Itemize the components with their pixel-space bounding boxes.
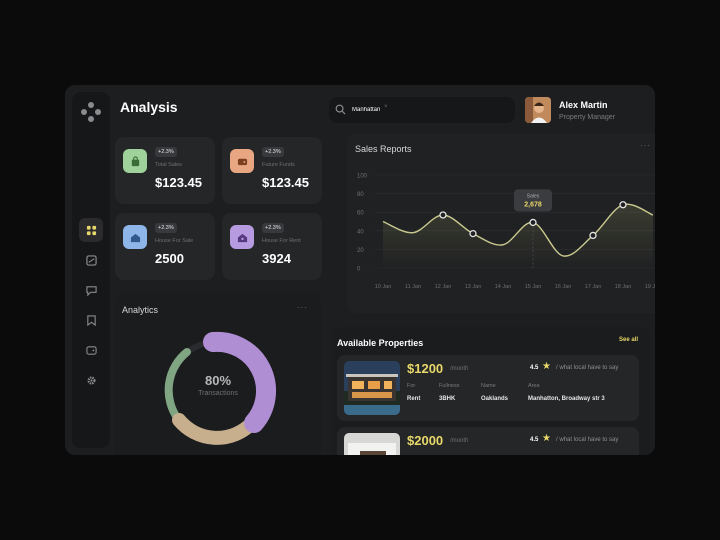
analytics-menu-button[interactable]: ··· [297,303,308,312]
price-period: /month [450,366,469,372]
y-tick-label: 20 [357,248,364,254]
stat-card-future-funds[interactable]: +2.3% Future Funds $123.45 [222,137,322,204]
analytics-percent: 80% [204,373,232,388]
nav-wallet[interactable] [79,338,103,362]
x-tick-label: 13 Jan [465,284,482,290]
donut-segment-green [164,348,191,423]
dashboard-window: Analysis × Alex Martin Property Manager … [65,85,655,455]
data-point [619,201,627,209]
growth-badge: +2.3% [155,147,177,157]
wallet-icon [230,149,254,173]
price-period: /month [450,438,469,444]
key-house-icon [230,225,254,249]
reviews-link[interactable]: / what local have to say [556,365,618,371]
x-tick-label: 14 Jan [495,284,512,290]
stat-value: $123.45 [155,175,202,190]
app-logo[interactable] [81,102,101,122]
x-tick-label: 19 Jan [645,284,655,290]
tooltip-value: 2,678 [524,201,542,208]
stat-label: Total Sales [155,162,182,168]
gear-icon [86,375,96,385]
sales-line-chart: 100 80 60 40 20 0 10 Jan 11 Jan 12 Jan 13 Jan 14 J… [357,174,655,290]
property-price: $1200 [407,361,444,376]
x-tick-label: 10 Jan [375,284,392,290]
reviews-link[interactable]: / what local have to say [556,437,618,443]
growth-badge: +2.3% [262,147,284,157]
field-value-name: Oaklands [481,396,509,402]
nav-saved[interactable] [79,308,103,332]
field-value-fullness: 3BHK [439,396,456,402]
star-icon: ★ [542,433,551,444]
page-title: Analysis [120,99,178,115]
stat-value: 2500 [155,251,184,266]
field-label-for: For [407,383,416,389]
clear-search-button[interactable]: × [384,104,388,110]
field-label-name: Name [481,383,496,389]
stat-card-total-sales[interactable]: +2.3% Total Sales $123.45 [115,137,215,204]
available-properties-panel: Available Properties See all $1200 /mont… [332,327,650,455]
see-all-link[interactable]: See all [619,337,638,343]
property-price: $2000 [407,433,444,448]
tooltip-label: Sales [527,193,540,199]
property-card[interactable]: $1200 /month 4.5 ★ / what local have to … [337,355,639,421]
field-value-area: Manhatton, Broadway str 3 [528,396,605,402]
field-label-area: Area [528,383,540,389]
x-tick-label: 15 Jan [525,284,542,290]
chat-icon [85,285,97,296]
sales-reports-panel: Sales Reports ··· 100 80 60 40 20 0 10 Jan 11 J… [347,133,655,313]
data-point [589,231,597,240]
search-bar[interactable]: × [329,97,515,123]
x-tick-label: 18 Jan [615,284,632,290]
data-point [529,218,537,227]
user-photo [525,97,551,123]
y-tick-label: 0 [357,267,361,273]
growth-badge: +2.3% [155,223,177,233]
growth-badge: +2.3% [262,223,284,233]
data-point [439,211,447,219]
search-input[interactable] [352,103,412,117]
properties-title: Available Properties [337,338,424,348]
stat-value: 3924 [262,251,291,266]
data-point [469,229,477,238]
analytics-caption: Transactions [198,390,238,397]
stat-label: Future Funds [262,162,295,168]
x-tick-label: 16 Jan [555,284,572,290]
stat-label: House For Rent [262,238,301,244]
property-rating: 4.5 [530,365,539,371]
stat-card-house-for-rent[interactable]: +2.3% House For Rent 3924 [222,213,322,280]
property-photo [344,361,400,415]
nav-settings[interactable] [79,368,103,392]
sidebar [72,92,110,448]
house-icon [123,225,147,249]
user-role: Property Manager [559,114,616,121]
chart-box-icon [85,254,97,266]
star-icon: ★ [542,361,551,372]
property-rating: 4.5 [530,437,539,443]
avatar[interactable] [525,97,551,123]
property-photo [344,433,400,455]
x-tick-label: 11 Jan [405,284,421,290]
nav-dashboard[interactable] [79,218,103,242]
y-tick-label: 80 [357,192,364,198]
y-tick-label: 100 [357,174,368,180]
stat-value: $123.45 [262,175,309,190]
nav-messages[interactable] [79,278,103,302]
nav-reports[interactable] [79,248,103,272]
bag-icon [123,149,147,173]
y-tick-label: 40 [357,229,364,235]
wallet-icon [85,345,97,355]
y-tick-label: 60 [357,211,364,217]
property-card[interactable]: $2000 /month 4.5 ★ / what local have to … [337,427,639,455]
stat-label: House For Sale [155,238,194,244]
field-value-for: Rent [407,396,421,402]
donut-segment-tan [172,413,259,445]
stat-card-house-for-sale[interactable]: +2.3% House For Sale 2500 [115,213,215,280]
field-label-fullness: Fullness [439,383,460,389]
grid-icon [86,225,96,235]
search-icon [335,104,346,115]
x-tick-label: 17 Jan [585,284,602,290]
x-tick-label: 12 Jan [435,284,452,290]
user-name: Alex Martin [559,100,608,110]
bookmark-icon [86,314,96,326]
